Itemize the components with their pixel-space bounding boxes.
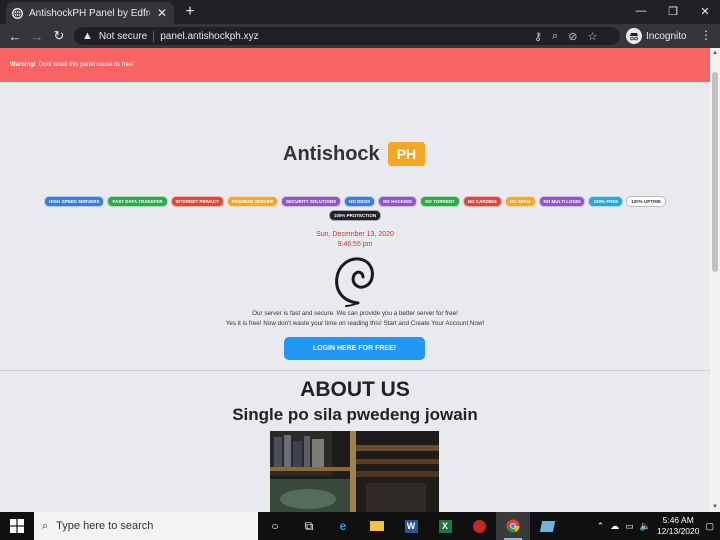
notification-icon[interactable]: ▢ [705, 521, 714, 532]
server-date: Sun, December 13, 2020 [316, 231, 394, 238]
globe-favicon-icon [12, 7, 23, 19]
scroll-up-icon[interactable]: ▲ [710, 48, 720, 58]
cortana-icon[interactable]: ○ [258, 512, 292, 540]
search-icon: ⌕ [42, 519, 49, 532]
eye-blocked-icon[interactable]: ⊘ [568, 30, 577, 43]
browser-tab-strip: AntishockPH Panel by Edfrell ✕ + — ❐ ✕ [0, 0, 720, 24]
omnibox-actions: ⚷ ⌕ ⊘ ☆ [534, 27, 597, 45]
about-photo [270, 431, 439, 512]
page-scrollbar[interactable]: ▲ ▼ [710, 48, 720, 512]
clock-date: 12/13/2020 [656, 526, 700, 536]
tab-close-icon[interactable]: ✕ [156, 6, 168, 20]
description-line-1: Our server is fast and secure. We can pr… [252, 310, 458, 317]
file-explorer-icon[interactable] [360, 512, 394, 540]
server-datetime: Sun, December 13, 2020 9:46:55 pm [0, 230, 710, 250]
feature-badge: NO MULTI LOGIN [538, 196, 586, 207]
feature-badge: INTERNET PRIVACY [170, 196, 225, 207]
alert-strong: Warning! [10, 62, 36, 68]
zoom-icon[interactable]: ⌕ [552, 30, 558, 43]
feature-badge: NO HACKING [378, 196, 418, 207]
reload-icon[interactable]: ↻ [48, 25, 70, 47]
close-window-icon[interactable]: ✕ [688, 0, 720, 22]
key-icon[interactable]: ⚷ [534, 30, 542, 43]
feature-badge: 100% PROTECTION [328, 210, 382, 221]
feature-badges: HIGH SPEED SERVERS FAST DATA TRANSFER INTE… [40, 196, 670, 221]
warning-triangle-icon: ▲ [82, 30, 93, 42]
chrome-icon[interactable] [496, 512, 530, 540]
system-tray: ⌃ ☁ ▭ 🔈 5:46 AM 12/13/2020 ▢ [597, 512, 720, 540]
tab-title: AntishockPH Panel by Edfrell [29, 7, 150, 19]
brand-name: Antishock [283, 142, 380, 165]
kebab-menu-icon[interactable]: ⋮ [700, 28, 712, 42]
browser-tab[interactable]: AntishockPH Panel by Edfrell ✕ [6, 2, 174, 24]
volume-icon[interactable]: 🔈 [640, 521, 651, 532]
network-icon[interactable]: ▭ [625, 521, 634, 532]
scrollbar-thumb[interactable] [712, 72, 718, 272]
windows-taskbar: ⌕ Type here to search ○ ⧉ e W X ⌃ ☁ ▭ 🔈 … [0, 512, 720, 540]
feature-badge: NO SPAM [504, 196, 536, 207]
minimize-icon[interactable]: — [624, 0, 658, 22]
debian-swirl-icon [335, 257, 374, 307]
back-arrow-icon[interactable]: ← [4, 25, 26, 47]
tray-chevron-icon[interactable]: ⌃ [597, 521, 605, 532]
about-heading: ABOUT US [300, 378, 410, 401]
site-logo: Antishock PH [283, 142, 426, 166]
about-subheading: Single po sila pwedeng jowain [232, 405, 478, 424]
section-divider [0, 370, 710, 371]
url-text[interactable]: panel.antishockph.xyz [160, 31, 258, 42]
server-description: Our server is fast and secure. We can pr… [0, 309, 710, 329]
feature-badge: FAST DATA TRANSFER [107, 196, 168, 207]
security-label: Not secure [98, 30, 148, 42]
feature-badge: 100% UPTIME [626, 196, 666, 207]
taskbar-search-box[interactable]: ⌕ Type here to search [34, 512, 258, 540]
search-placeholder: Type here to search [56, 520, 154, 532]
restore-icon[interactable]: ❐ [656, 0, 690, 22]
incognito-label: Incognito [646, 30, 687, 42]
incognito-indicator[interactable]: Incognito [626, 26, 687, 46]
brand-badge: PH [387, 142, 426, 166]
clock-time: 5:46 AM [662, 515, 694, 525]
edge-icon[interactable]: e [326, 512, 360, 540]
windows-start-icon[interactable] [0, 512, 34, 540]
feature-badge: HIGH SPEED SERVERS [44, 196, 105, 207]
incognito-avatar-icon [626, 28, 642, 44]
alert-text: Dont resell this panel cause its free! [38, 62, 134, 68]
forward-arrow-icon[interactable]: → [26, 25, 48, 47]
description-line-2: Yes it is free! Now don't waste your tim… [225, 320, 485, 327]
onedrive-icon[interactable]: ☁ [610, 521, 619, 532]
red-app-icon[interactable] [462, 512, 496, 540]
feature-badge: NO CARDING [462, 196, 502, 207]
login-button[interactable]: LOGIN HERE FOR FREE! [284, 337, 425, 360]
feature-badge: NO DDOS [344, 196, 376, 207]
notes-app-icon[interactable] [530, 512, 564, 540]
excel-icon[interactable]: X [428, 512, 462, 540]
scroll-down-icon[interactable]: ▼ [710, 502, 720, 512]
task-view-icon[interactable]: ⧉ [292, 512, 326, 540]
feature-badge: NO TORRENT [420, 196, 460, 207]
taskbar-clock[interactable]: 5:46 AM 12/13/2020 [657, 515, 700, 537]
feature-badge: SECURITY SOLUTIONS [280, 196, 342, 207]
feature-badge: 100% FREE [588, 196, 624, 207]
omnibox-separator [153, 30, 155, 42]
new-tab-button[interactable]: + [182, 3, 198, 21]
word-icon[interactable]: W [394, 512, 428, 540]
screen: AntishockPH Panel by Edfrell ✕ + — ❐ ✕ ←… [0, 0, 720, 540]
warning-alert: Warning! Dont resell this panel cause it… [0, 48, 710, 82]
star-icon[interactable]: ☆ [587, 30, 597, 43]
feature-badge: PREMIUM SERVER [227, 196, 278, 207]
server-time: 9:46:55 pm [337, 241, 373, 248]
web-page: Warning! Dont resell this panel cause it… [0, 48, 720, 512]
